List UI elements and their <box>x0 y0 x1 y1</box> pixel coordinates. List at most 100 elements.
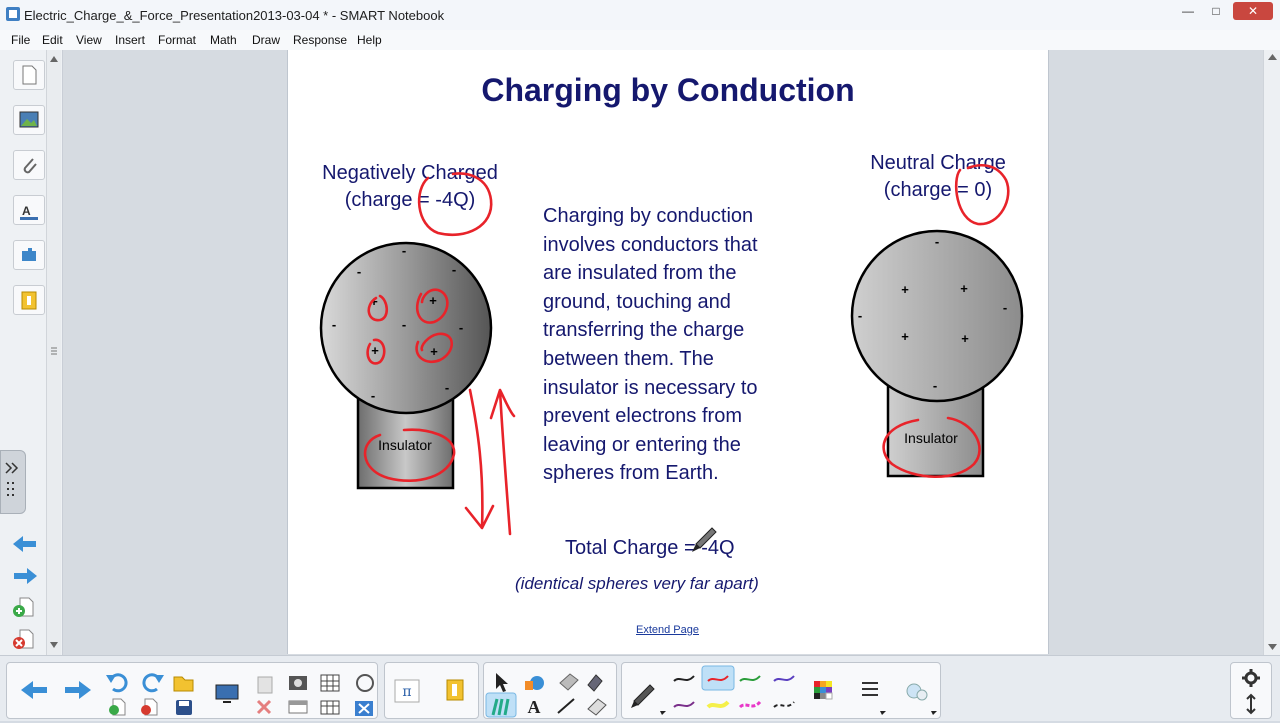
ink-arrow-up <box>489 388 516 536</box>
forward-icon[interactable] <box>65 681 91 699</box>
delete-page-icon[interactable] <box>141 698 158 716</box>
sphere-diagram: - - - - - - - - + + + + Insulator - - - … <box>319 163 1024 552</box>
gallery-tool-icon[interactable] <box>289 676 307 690</box>
properties-tab[interactable]: A <box>13 195 45 225</box>
creative-pen-icon[interactable] <box>587 698 607 716</box>
addon-tools: π <box>394 679 464 703</box>
fill-effects-icon[interactable] <box>906 683 928 701</box>
menu-help[interactable]: Help <box>357 33 382 47</box>
minimize-button[interactable]: — <box>1176 2 1200 20</box>
menu-insert[interactable]: Insert <box>115 33 145 47</box>
menu-view[interactable]: View <box>76 33 102 47</box>
delete-page-icon[interactable] <box>13 629 34 649</box>
previous-page-icon[interactable] <box>13 536 36 552</box>
close-icon[interactable] <box>355 701 373 716</box>
page-sorter-tab[interactable] <box>13 60 45 90</box>
smart-notebook-icon <box>6 7 20 21</box>
charge-plus: + <box>961 331 969 346</box>
settings-icon[interactable] <box>1242 669 1260 687</box>
eraser-icon[interactable] <box>559 673 579 691</box>
math-icon[interactable] <box>356 674 374 692</box>
table-icon[interactable] <box>320 674 340 692</box>
pi-icon[interactable]: π <box>394 679 420 703</box>
charge-minus: - <box>933 378 937 393</box>
settings-tools <box>1242 669 1260 715</box>
svg-text:π: π <box>402 684 411 700</box>
save-icon[interactable] <box>176 700 192 715</box>
toolbar-group-properties <box>621 662 941 719</box>
vertical-scrollbar[interactable] <box>1263 50 1280 655</box>
menu-bar: File Edit View Insert Format Math Draw R… <box>0 30 1280 50</box>
close-button[interactable]: ✕ <box>1233 2 1273 20</box>
undo-icon[interactable] <box>106 673 128 693</box>
screen-shade-icon[interactable] <box>288 700 308 714</box>
move-toolbar-icon[interactable] <box>1246 693 1256 715</box>
bottom-toolbar: π A <box>0 655 1280 721</box>
grid-table-icon[interactable] <box>320 700 340 715</box>
toolbar-group-settings <box>1230 662 1272 719</box>
attachments-icon <box>23 158 37 174</box>
pen-cursor-icon <box>692 527 717 552</box>
delete-icon[interactable] <box>256 699 272 715</box>
activity-icon[interactable] <box>446 679 464 701</box>
left-insulator-label: Insulator <box>378 437 432 453</box>
open-file-icon[interactable] <box>173 676 194 692</box>
magic-pen-icon[interactable] <box>587 674 603 692</box>
gallery-tab[interactable] <box>13 105 45 135</box>
redo-icon[interactable] <box>142 673 164 693</box>
charge-minus: - <box>371 388 375 403</box>
line-style-icon[interactable] <box>862 682 878 696</box>
text-icon[interactable]: A <box>528 697 541 717</box>
color-palette-icon[interactable] <box>814 681 833 700</box>
line-icon[interactable] <box>557 698 575 714</box>
maximize-button[interactable]: □ <box>1204 2 1228 20</box>
drawing-tools: A <box>485 673 607 718</box>
shapes-icon[interactable] <box>525 676 544 690</box>
menu-draw[interactable]: Draw <box>252 33 280 47</box>
charge-minus: - <box>459 320 463 335</box>
pen-icon[interactable] <box>631 684 655 708</box>
menu-math[interactable]: Math <box>210 33 237 47</box>
sidebar-scrollbar[interactable] <box>46 50 61 655</box>
charge-plus: + <box>429 293 437 308</box>
addons-icon <box>22 248 36 261</box>
menu-file[interactable]: File <box>11 33 30 47</box>
double-chevron-icon <box>5 462 19 496</box>
title-bar: Electric_Charge_&_Force_Presentation2013… <box>0 0 1280 31</box>
charge-minus: - <box>1003 300 1007 315</box>
paste-icon[interactable] <box>257 676 273 694</box>
gallery-icon <box>19 111 39 128</box>
ink-circle-charge-left <box>417 172 493 237</box>
menu-response[interactable]: Response <box>293 33 347 47</box>
notebook-page[interactable]: Charging by Conduction Negatively Charge… <box>287 50 1049 654</box>
back-icon[interactable] <box>21 681 47 699</box>
sidebar: A <box>0 50 63 655</box>
charge-minus: - <box>402 243 406 258</box>
charge-plus: + <box>901 282 909 297</box>
dropdown-arrow-icon[interactable] <box>880 711 886 715</box>
sidebar-collapse-handle[interactable] <box>0 450 26 514</box>
dropdown-arrow-icon[interactable] <box>660 711 666 715</box>
next-page-icon[interactable] <box>14 568 37 584</box>
lesson-activity-tab[interactable] <box>13 285 45 315</box>
charge-plus: + <box>430 344 438 359</box>
toolbar-group-tools: A <box>483 662 617 719</box>
dropdown-arrow-icon[interactable] <box>931 711 937 715</box>
screen-icon[interactable] <box>215 684 239 703</box>
add-page-icon[interactable] <box>109 698 126 716</box>
ink-circle-charge-right <box>954 163 1010 226</box>
pen-style-selected[interactable] <box>701 665 735 691</box>
charge-minus: - <box>357 264 361 279</box>
svg-text:A: A <box>528 697 541 717</box>
add-page-icon[interactable] <box>13 597 34 617</box>
addons-tab[interactable] <box>13 240 45 270</box>
menu-edit[interactable]: Edit <box>42 33 63 47</box>
sidebar-scroll-arrows <box>50 56 58 648</box>
toolbar-group-addons: π <box>384 662 479 719</box>
charge-minus: - <box>332 317 336 332</box>
right-insulator-label: Insulator <box>904 430 958 446</box>
select-icon[interactable] <box>496 673 508 692</box>
toolbar-group-page <box>6 662 378 719</box>
menu-format[interactable]: Format <box>158 33 196 47</box>
attachments-tab[interactable] <box>13 150 45 180</box>
